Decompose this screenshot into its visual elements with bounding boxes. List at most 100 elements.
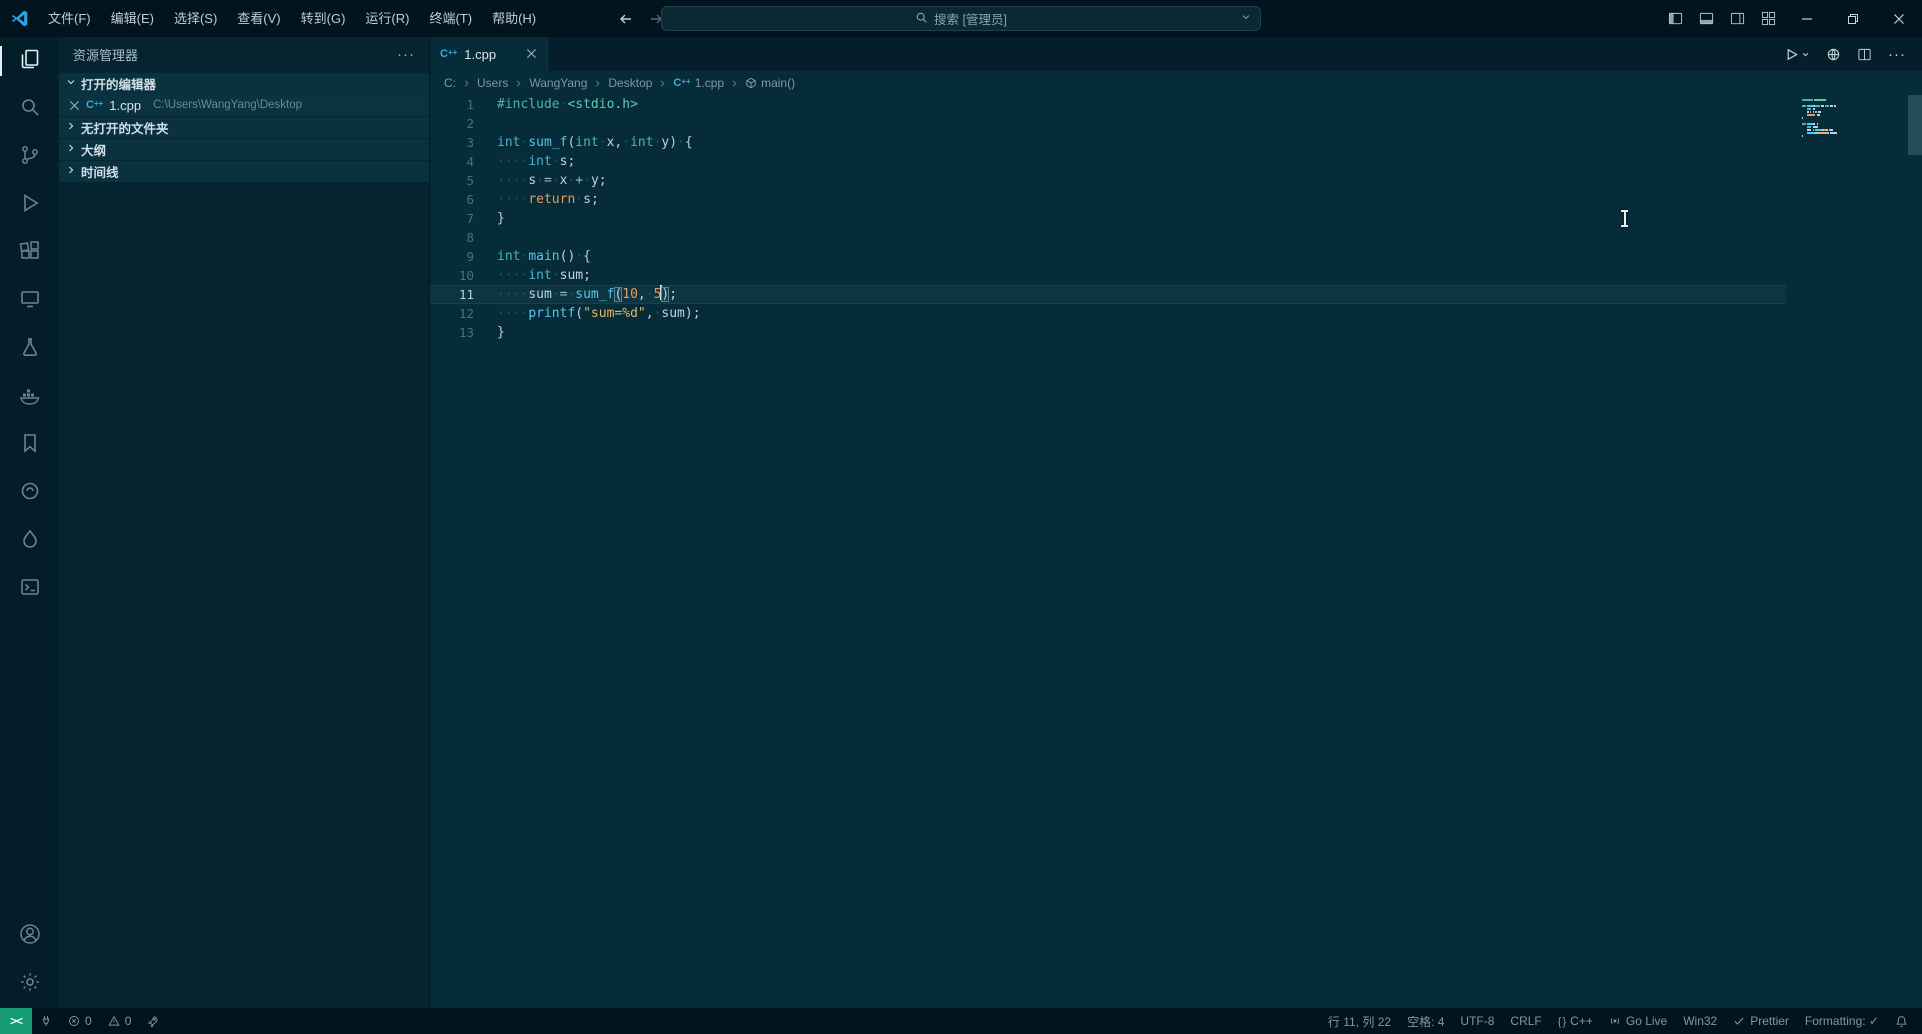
- menu-selection[interactable]: 选择(S): [164, 0, 227, 37]
- breadcrumb-item[interactable]: Desktop: [608, 76, 652, 90]
- menu-file[interactable]: 文件(F): [38, 0, 101, 37]
- breadcrumb-item[interactable]: C:: [444, 76, 456, 90]
- code-editor[interactable]: 1 #include·<stdio.h> 2 3 int·sum_f(int·x,·in…: [430, 95, 1922, 1008]
- status-encoding[interactable]: UTF-8: [1452, 1008, 1502, 1034]
- section-no-folder[interactable]: 无打开的文件夹: [59, 116, 429, 138]
- activity-account[interactable]: [0, 912, 59, 960]
- remote-indicator[interactable]: ><: [0, 1008, 33, 1034]
- status-language-mode[interactable]: { } C++: [1550, 1008, 1601, 1034]
- breadcrumb-label: main(): [761, 76, 796, 90]
- activity-explorer[interactable]: [0, 37, 59, 85]
- menu-edit[interactable]: 编辑(E): [101, 0, 164, 37]
- activity-live-share[interactable]: [0, 469, 59, 517]
- account-icon: [18, 922, 42, 951]
- activity-source-control[interactable]: [0, 133, 59, 181]
- plug-icon: [40, 1015, 52, 1027]
- section-timeline[interactable]: 时间线: [59, 160, 429, 182]
- nav-back-icon[interactable]: [618, 11, 634, 27]
- command-center-search[interactable]: 搜索 [管理员]: [661, 6, 1261, 31]
- status-notifications-bell[interactable]: [1887, 1008, 1916, 1034]
- activity-testing[interactable]: [0, 325, 59, 373]
- code-line[interactable]: 9 int·main()·{: [430, 247, 1786, 266]
- line-number: 3: [466, 135, 474, 150]
- section-open-editors[interactable]: 打开的编辑器: [59, 72, 429, 94]
- minimap[interactable]: [1802, 99, 1892, 138]
- customize-layout-icon[interactable]: [1753, 0, 1784, 37]
- code-line[interactable]: 2: [430, 114, 1786, 133]
- code-line[interactable]: 5 ····s·=·x·+·y;: [430, 171, 1786, 190]
- scrollbar[interactable]: [1908, 95, 1922, 1008]
- code-line[interactable]: 7}: [430, 209, 1786, 228]
- menu-view[interactable]: 查看(V): [227, 0, 290, 37]
- status-label: 行 11, 列 22: [1327, 1014, 1392, 1029]
- open-preview-icon[interactable]: [1826, 47, 1841, 62]
- tab-1cpp[interactable]: C++ 1.cpp: [430, 37, 548, 71]
- status-live-reload[interactable]: [139, 1008, 167, 1034]
- close-icon[interactable]: [69, 100, 80, 111]
- run-file-button[interactable]: [1784, 47, 1810, 62]
- tab-label: 1.cpp: [464, 46, 497, 62]
- code-line[interactable]: 3 int·sum_f(int·x,·int·y)·{: [430, 133, 1786, 152]
- activity-extensions[interactable]: [0, 229, 59, 277]
- code-line[interactable]: 4 ····int·s;: [430, 152, 1786, 171]
- status-label: Prettier: [1750, 1014, 1789, 1028]
- code-line[interactable]: 12 ····printf("sum=%d",·sum);: [430, 304, 1786, 323]
- status-errors[interactable]: 0: [60, 1008, 100, 1034]
- code-line[interactable]: 13}: [430, 323, 1786, 342]
- sidebar-title: 资源管理器: [73, 48, 139, 63]
- chevron-down-icon[interactable]: [1240, 11, 1252, 26]
- minimize-button[interactable]: [1784, 0, 1830, 37]
- activity-bookmarks[interactable]: [0, 421, 59, 469]
- status-formatting-toggle[interactable]: Formatting: ✓: [1797, 1008, 1887, 1034]
- code-line[interactable]: 1 #include·<stdio.h>: [430, 95, 1786, 114]
- activity-search[interactable]: [0, 85, 59, 133]
- restore-button[interactable]: [1830, 0, 1876, 37]
- activity-terminal[interactable]: [0, 565, 59, 613]
- activity-docker[interactable]: [0, 373, 59, 421]
- split-editor-icon[interactable]: [1857, 47, 1872, 62]
- breadcrumb-item[interactable]: main(): [745, 76, 795, 90]
- status-platform[interactable]: Win32: [1675, 1008, 1725, 1034]
- toggle-sidebar-icon[interactable]: [1660, 0, 1691, 37]
- status-label: 0: [124, 1014, 132, 1028]
- docker-icon: [18, 383, 42, 412]
- code-line[interactable]: 6 ····return·s;: [430, 190, 1786, 209]
- status-go-live[interactable]: Go Live: [1601, 1008, 1675, 1034]
- status-indentation[interactable]: 空格: 4: [1399, 1008, 1452, 1034]
- section-outline[interactable]: 大纲: [59, 138, 429, 160]
- scrollbar-thumb[interactable]: [1908, 95, 1922, 155]
- activity-code-runner[interactable]: [0, 517, 59, 565]
- menu-go[interactable]: 转到(G): [291, 0, 356, 37]
- menu-terminal[interactable]: 终端(T): [419, 0, 482, 37]
- more-actions-icon[interactable]: ···: [1888, 46, 1906, 63]
- status-cursor-position[interactable]: 行 11, 列 22: [1320, 1008, 1399, 1034]
- close-button[interactable]: [1876, 0, 1922, 37]
- activity-remote-explorer[interactable]: [0, 277, 59, 325]
- chevron-right-icon: [65, 142, 77, 157]
- close-icon[interactable]: [526, 47, 537, 61]
- breadcrumb-item[interactable]: WangYang: [529, 76, 587, 90]
- line-number: 1: [466, 97, 474, 112]
- status-plug[interactable]: [32, 1008, 60, 1034]
- activity-run-debug[interactable]: [0, 181, 59, 229]
- source-control-icon: [18, 143, 42, 172]
- toggle-secondary-sidebar-icon[interactable]: [1722, 0, 1753, 37]
- menu-run[interactable]: 运行(R): [355, 0, 419, 37]
- code-line[interactable]: 11 ····sum·=·sum_f(10,·5);: [430, 285, 1786, 304]
- error-icon: [68, 1015, 80, 1027]
- status-warnings[interactable]: 0: [100, 1008, 140, 1034]
- code-line[interactable]: 8: [430, 228, 1786, 247]
- open-editor-item[interactable]: C++ 1.cpp C:\Users\WangYang\Desktop: [59, 94, 429, 116]
- toggle-panel-icon[interactable]: [1691, 0, 1722, 37]
- menu-help[interactable]: 帮助(H): [482, 0, 546, 37]
- status-eol[interactable]: CRLF: [1502, 1008, 1549, 1034]
- more-actions-icon[interactable]: ···: [397, 46, 415, 63]
- breadcrumb-item[interactable]: C++ 1.cpp: [673, 76, 724, 90]
- title-bar: 文件(F) 编辑(E) 选择(S) 查看(V) 转到(G) 运行(R) 终端(T) 帮助(H)…: [0, 0, 1922, 37]
- breadcrumb-label: Desktop: [608, 76, 653, 90]
- code-line[interactable]: 10 ····int·sum;: [430, 266, 1786, 285]
- status-prettier[interactable]: Prettier: [1725, 1008, 1797, 1034]
- activity-settings[interactable]: [0, 960, 59, 1008]
- explorer-sidebar: 资源管理器 ··· 打开的编辑器 C++ 1.cpp C:\Users\Wang…: [59, 37, 430, 1008]
- breadcrumb-item[interactable]: Users: [477, 76, 508, 90]
